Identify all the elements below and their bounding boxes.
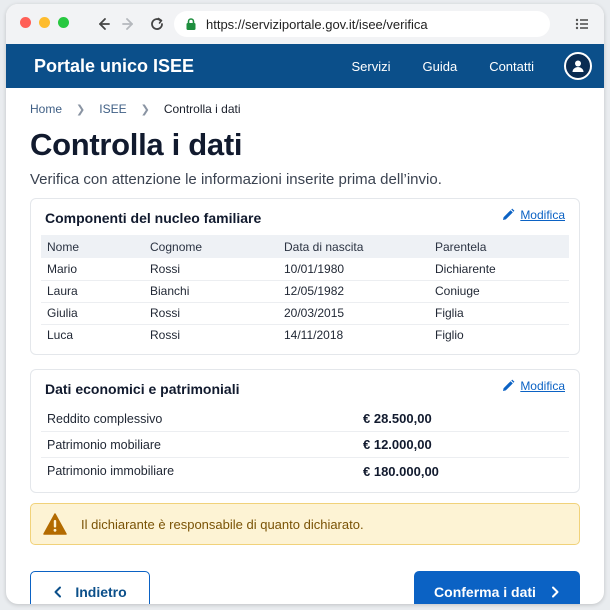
breadcrumb-isee[interactable]: ISEE bbox=[99, 102, 126, 116]
address-bar-url: https://serviziportale.gov.it/isee/verif… bbox=[206, 16, 428, 32]
cell-cognome: Rossi bbox=[144, 302, 278, 325]
edit-household-label: Modifica bbox=[520, 208, 565, 222]
back-button[interactable]: Indietro bbox=[30, 571, 150, 604]
pencil-icon bbox=[503, 208, 515, 220]
cell-cognome: Rossi bbox=[144, 258, 278, 281]
top-navigation: Servizi Guida Contatti bbox=[351, 44, 534, 88]
chevron-left-icon bbox=[54, 586, 62, 598]
confirm-data-button[interactable]: Conferma i dati bbox=[414, 571, 580, 604]
cell-nome: Giulia bbox=[41, 302, 144, 325]
cell-cognome: Bianchi bbox=[144, 280, 278, 303]
chevron-right-icon bbox=[551, 586, 559, 598]
site-brand[interactable]: Portale unico ISEE bbox=[34, 56, 194, 77]
economic-value: € 180.000,00 bbox=[363, 463, 439, 479]
forward-arrow-icon[interactable] bbox=[118, 13, 140, 35]
lock-icon bbox=[186, 18, 196, 30]
table-row: Giulia Rossi 20/03/2015 Figlia bbox=[41, 302, 569, 325]
browser-menu-icon[interactable] bbox=[572, 14, 592, 34]
cell-parentela: Dichiarente bbox=[429, 258, 569, 281]
economic-label: Patrimonio immobiliare bbox=[47, 464, 175, 478]
cell-data-nascita: 12/05/1982 bbox=[278, 280, 429, 303]
maximize-window-button[interactable] bbox=[58, 17, 69, 28]
main-content: Home ❯ ISEE ❯ Controlla i dati Controlla… bbox=[6, 101, 604, 604]
cell-data-nascita: 10/01/1980 bbox=[278, 258, 429, 281]
column-header-cognome: Cognome bbox=[144, 235, 278, 258]
nav-servizi[interactable]: Servizi bbox=[351, 59, 390, 74]
pencil-icon bbox=[503, 379, 515, 391]
browser-toolbar: https://serviziportale.gov.it/isee/verif… bbox=[6, 4, 604, 44]
cell-data-nascita: 20/03/2015 bbox=[278, 302, 429, 325]
breadcrumb: Home ❯ ISEE ❯ Controlla i dati bbox=[30, 101, 580, 117]
chevron-right-icon: ❯ bbox=[76, 103, 86, 116]
edit-economic-label: Modifica bbox=[520, 379, 565, 393]
reload-icon[interactable] bbox=[146, 13, 168, 35]
table-row: Luca Rossi 14/11/2018 Figlio bbox=[41, 324, 569, 346]
list-item: Reddito complessivo € 28.500,00 bbox=[41, 406, 569, 432]
browser-window: https://serviziportale.gov.it/isee/verif… bbox=[6, 4, 604, 604]
cell-parentela: Figlia bbox=[429, 302, 569, 325]
household-card-title: Componenti del nucleo familiare bbox=[45, 210, 262, 226]
economic-list: Reddito complessivo € 28.500,00 Patrimon… bbox=[41, 406, 569, 484]
household-card: Componenti del nucleo familiare Modifica… bbox=[30, 198, 580, 355]
close-window-button[interactable] bbox=[20, 17, 31, 28]
nav-guida[interactable]: Guida bbox=[422, 59, 457, 74]
economic-card-title: Dati economici e patrimoniali bbox=[45, 381, 240, 397]
edit-household-link[interactable]: Modifica bbox=[501, 208, 565, 222]
back-arrow-icon[interactable] bbox=[92, 13, 114, 35]
minimize-window-button[interactable] bbox=[39, 17, 50, 28]
list-item: Patrimonio immobiliare € 180.000,00 bbox=[41, 458, 569, 484]
confirm-button-label: Conferma i dati bbox=[434, 584, 536, 600]
warning-icon bbox=[43, 513, 67, 535]
cell-nome: Laura bbox=[41, 280, 144, 303]
cell-nome: Luca bbox=[47, 328, 74, 343]
household-table: Nome Cognome Data di nascita Parentela M… bbox=[41, 235, 569, 346]
cell-parentela: Figlio bbox=[435, 328, 464, 343]
column-header-data-nascita: Data di nascita bbox=[278, 235, 429, 258]
economic-label: Reddito complessivo bbox=[47, 411, 163, 426]
cell-nome: Mario bbox=[41, 258, 144, 281]
back-button-label: Indietro bbox=[75, 584, 127, 600]
breadcrumb-home[interactable]: Home bbox=[30, 102, 62, 116]
site-header: Portale unico ISEE Servizi Guida Contatt… bbox=[6, 44, 604, 88]
column-header-nome: Nome bbox=[41, 235, 144, 258]
user-account-button[interactable] bbox=[564, 52, 592, 80]
page-title: Controlla i dati bbox=[30, 127, 243, 162]
list-item: Patrimonio mobiliare € 12.000,00 bbox=[41, 432, 569, 458]
column-header-parentela: Parentela bbox=[429, 235, 569, 258]
cell-data-nascita: 14/11/2018 bbox=[284, 328, 344, 343]
edit-economic-link[interactable]: Modifica bbox=[501, 379, 565, 393]
user-icon bbox=[572, 60, 584, 72]
address-bar[interactable]: https://serviziportale.gov.it/isee/verif… bbox=[174, 11, 550, 37]
nav-contatti[interactable]: Contatti bbox=[489, 59, 534, 74]
form-actions: Indietro Conferma i dati bbox=[30, 571, 580, 604]
cell-parentela: Coniuge bbox=[429, 280, 569, 303]
responsibility-alert: Il dichiarante è responsabile di quanto … bbox=[30, 503, 580, 545]
economic-card: Dati economici e patrimoniali Modifica R… bbox=[30, 369, 580, 493]
chevron-right-icon: ❯ bbox=[140, 103, 150, 116]
economic-value: € 12.000,00 bbox=[363, 437, 432, 452]
alert-text: Il dichiarante è responsabile di quanto … bbox=[81, 516, 364, 532]
table-row: Laura Bianchi 12/05/1982 Coniuge bbox=[41, 280, 569, 303]
table-row: Mario Rossi 10/01/1980 Dichiarente bbox=[41, 258, 569, 281]
household-table-header: Nome Cognome Data di nascita Parentela bbox=[41, 235, 569, 258]
breadcrumb-current: Controlla i dati bbox=[163, 102, 241, 116]
economic-value: € 28.500,00 bbox=[363, 411, 432, 426]
page-subtitle: Verifica con attenzione le informazioni … bbox=[30, 171, 442, 188]
economic-label: Patrimonio mobiliare bbox=[47, 437, 161, 452]
cell-cognome: Rossi bbox=[150, 328, 181, 343]
